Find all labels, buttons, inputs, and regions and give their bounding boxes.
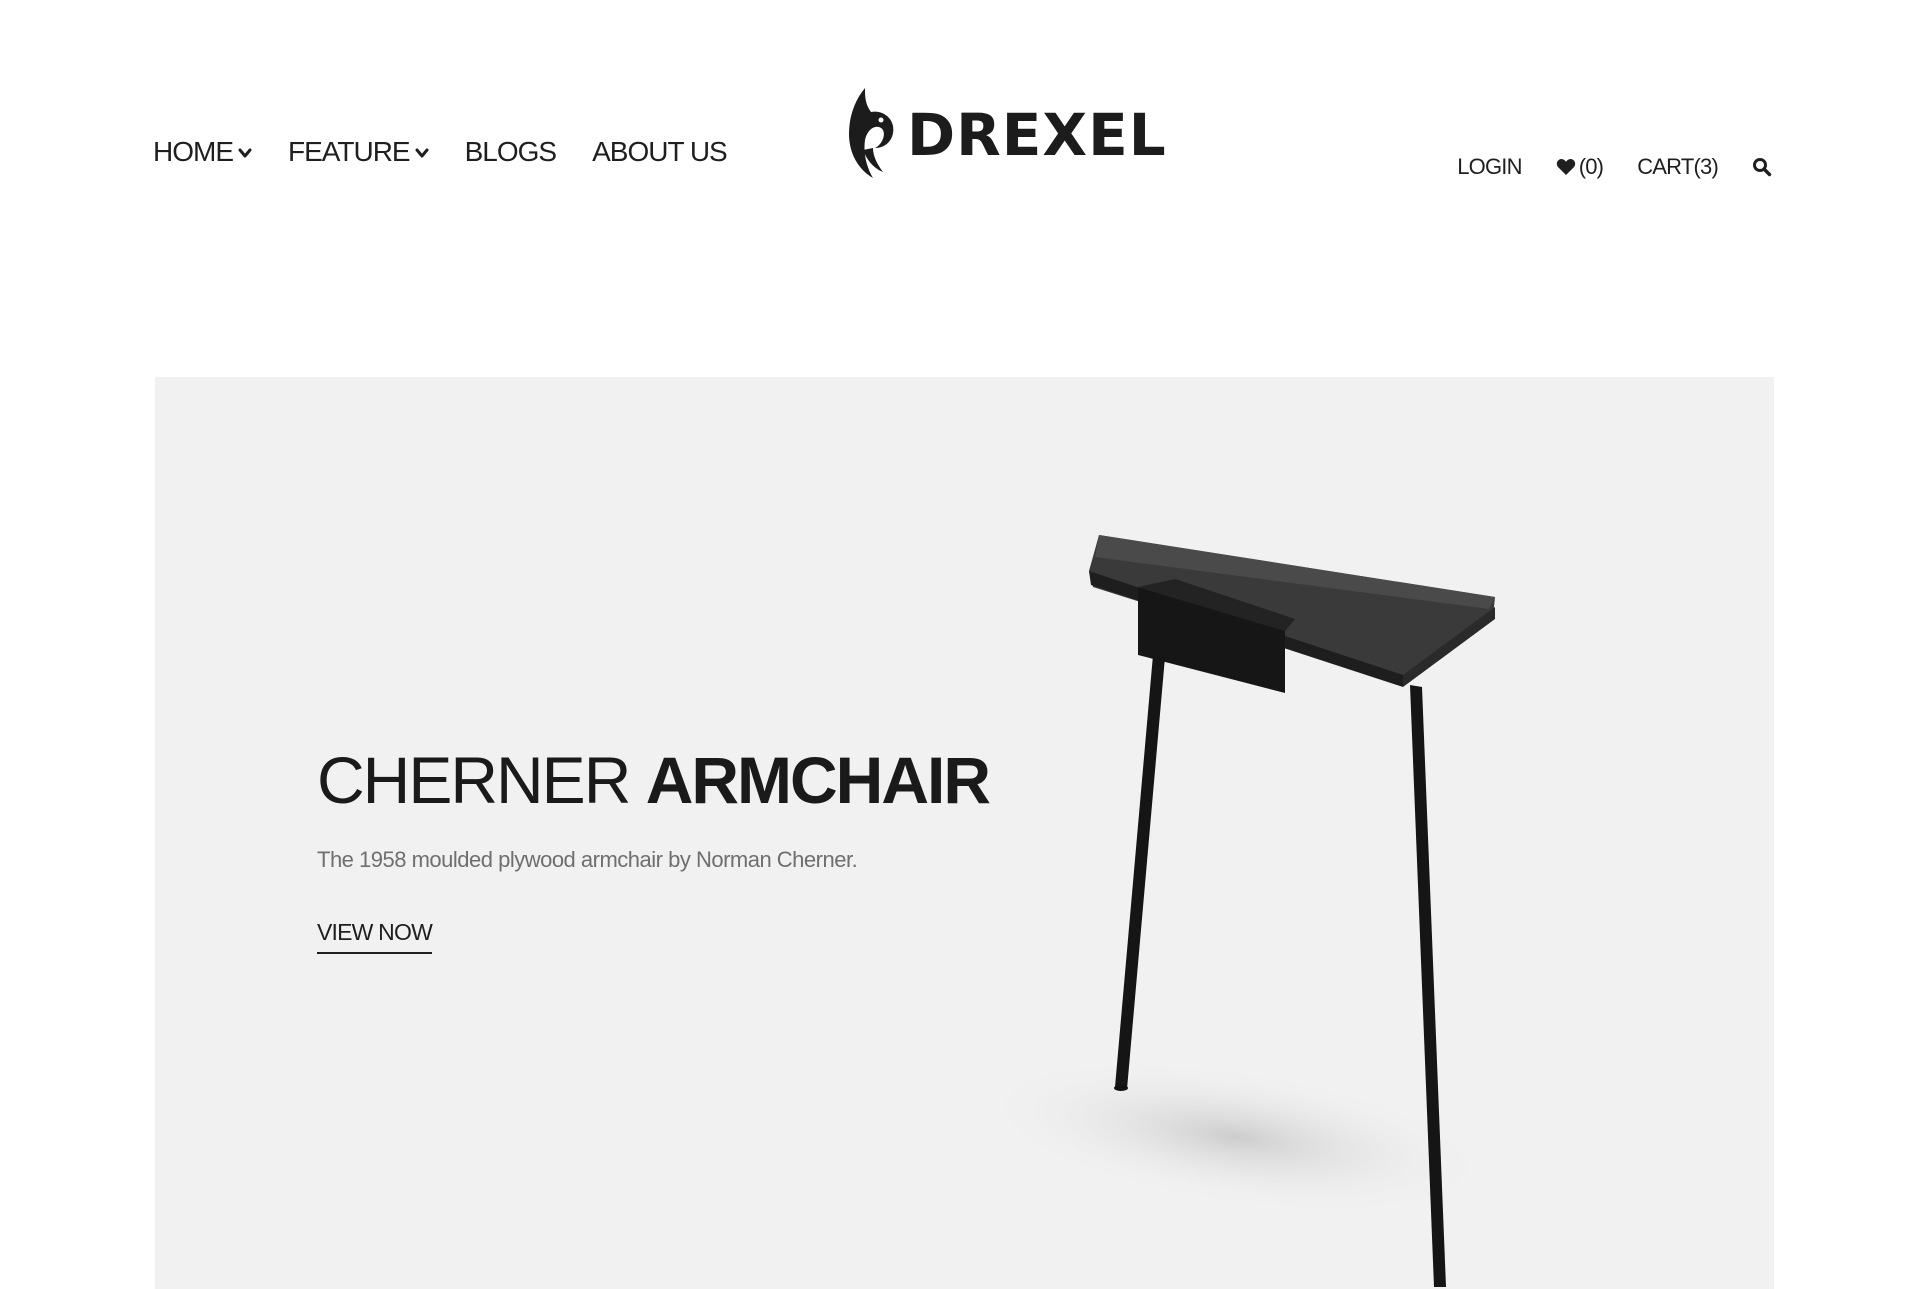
view-now-button[interactable]: VIEW NOW (317, 919, 433, 954)
hero-title-bold: ARMCHAIR (645, 743, 991, 817)
cart-link[interactable]: CART(3) (1637, 154, 1719, 180)
chevron-down-icon (415, 148, 429, 158)
logo-mark-icon (849, 88, 894, 178)
hero-banner: CHERNER ARMCHAIR The 1958 moulded plywoo… (155, 377, 1774, 1289)
page: HOME FEATURE BLOGS ABOUT US DREXEL LOGIN (0, 0, 1920, 1289)
login-link[interactable]: LOGIN (1457, 154, 1522, 180)
hero-text-block: CHERNER ARMCHAIR The 1958 moulded plywoo… (317, 747, 991, 954)
nav-item-about-us-label: ABOUT US (592, 136, 728, 167)
search-icon (1753, 158, 1772, 177)
wishlist-link[interactable]: (0) (1556, 154, 1604, 180)
nav-item-about-us[interactable]: ABOUT US (592, 136, 728, 168)
hero-subtitle: The 1958 moulded plywood armchair by Nor… (317, 847, 858, 872)
search-button[interactable] (1752, 157, 1772, 177)
heart-icon (1556, 159, 1575, 175)
nav-item-feature-label: FEATURE (288, 136, 411, 167)
site-logo[interactable]: DREXEL (843, 86, 1167, 180)
hero-title: CHERNER ARMCHAIR (317, 747, 991, 813)
wishlist-count: (0) (1578, 154, 1604, 179)
nav-item-home[interactable]: HOME (153, 136, 252, 168)
nav-item-blogs[interactable]: BLOGS (464, 136, 557, 168)
product-image (977, 535, 1495, 1287)
utility-nav: LOGIN (0) CART(3) (1457, 154, 1772, 180)
logo-text: DREXEL (907, 101, 1167, 169)
main-nav: HOME FEATURE BLOGS ABOUT US (153, 136, 728, 168)
nav-item-feature[interactable]: FEATURE (288, 136, 429, 168)
chevron-down-icon (238, 148, 252, 158)
nav-item-blogs-label: BLOGS (464, 136, 557, 167)
nav-item-home-label: HOME (153, 136, 234, 167)
hero-title-light: CHERNER (317, 743, 646, 817)
